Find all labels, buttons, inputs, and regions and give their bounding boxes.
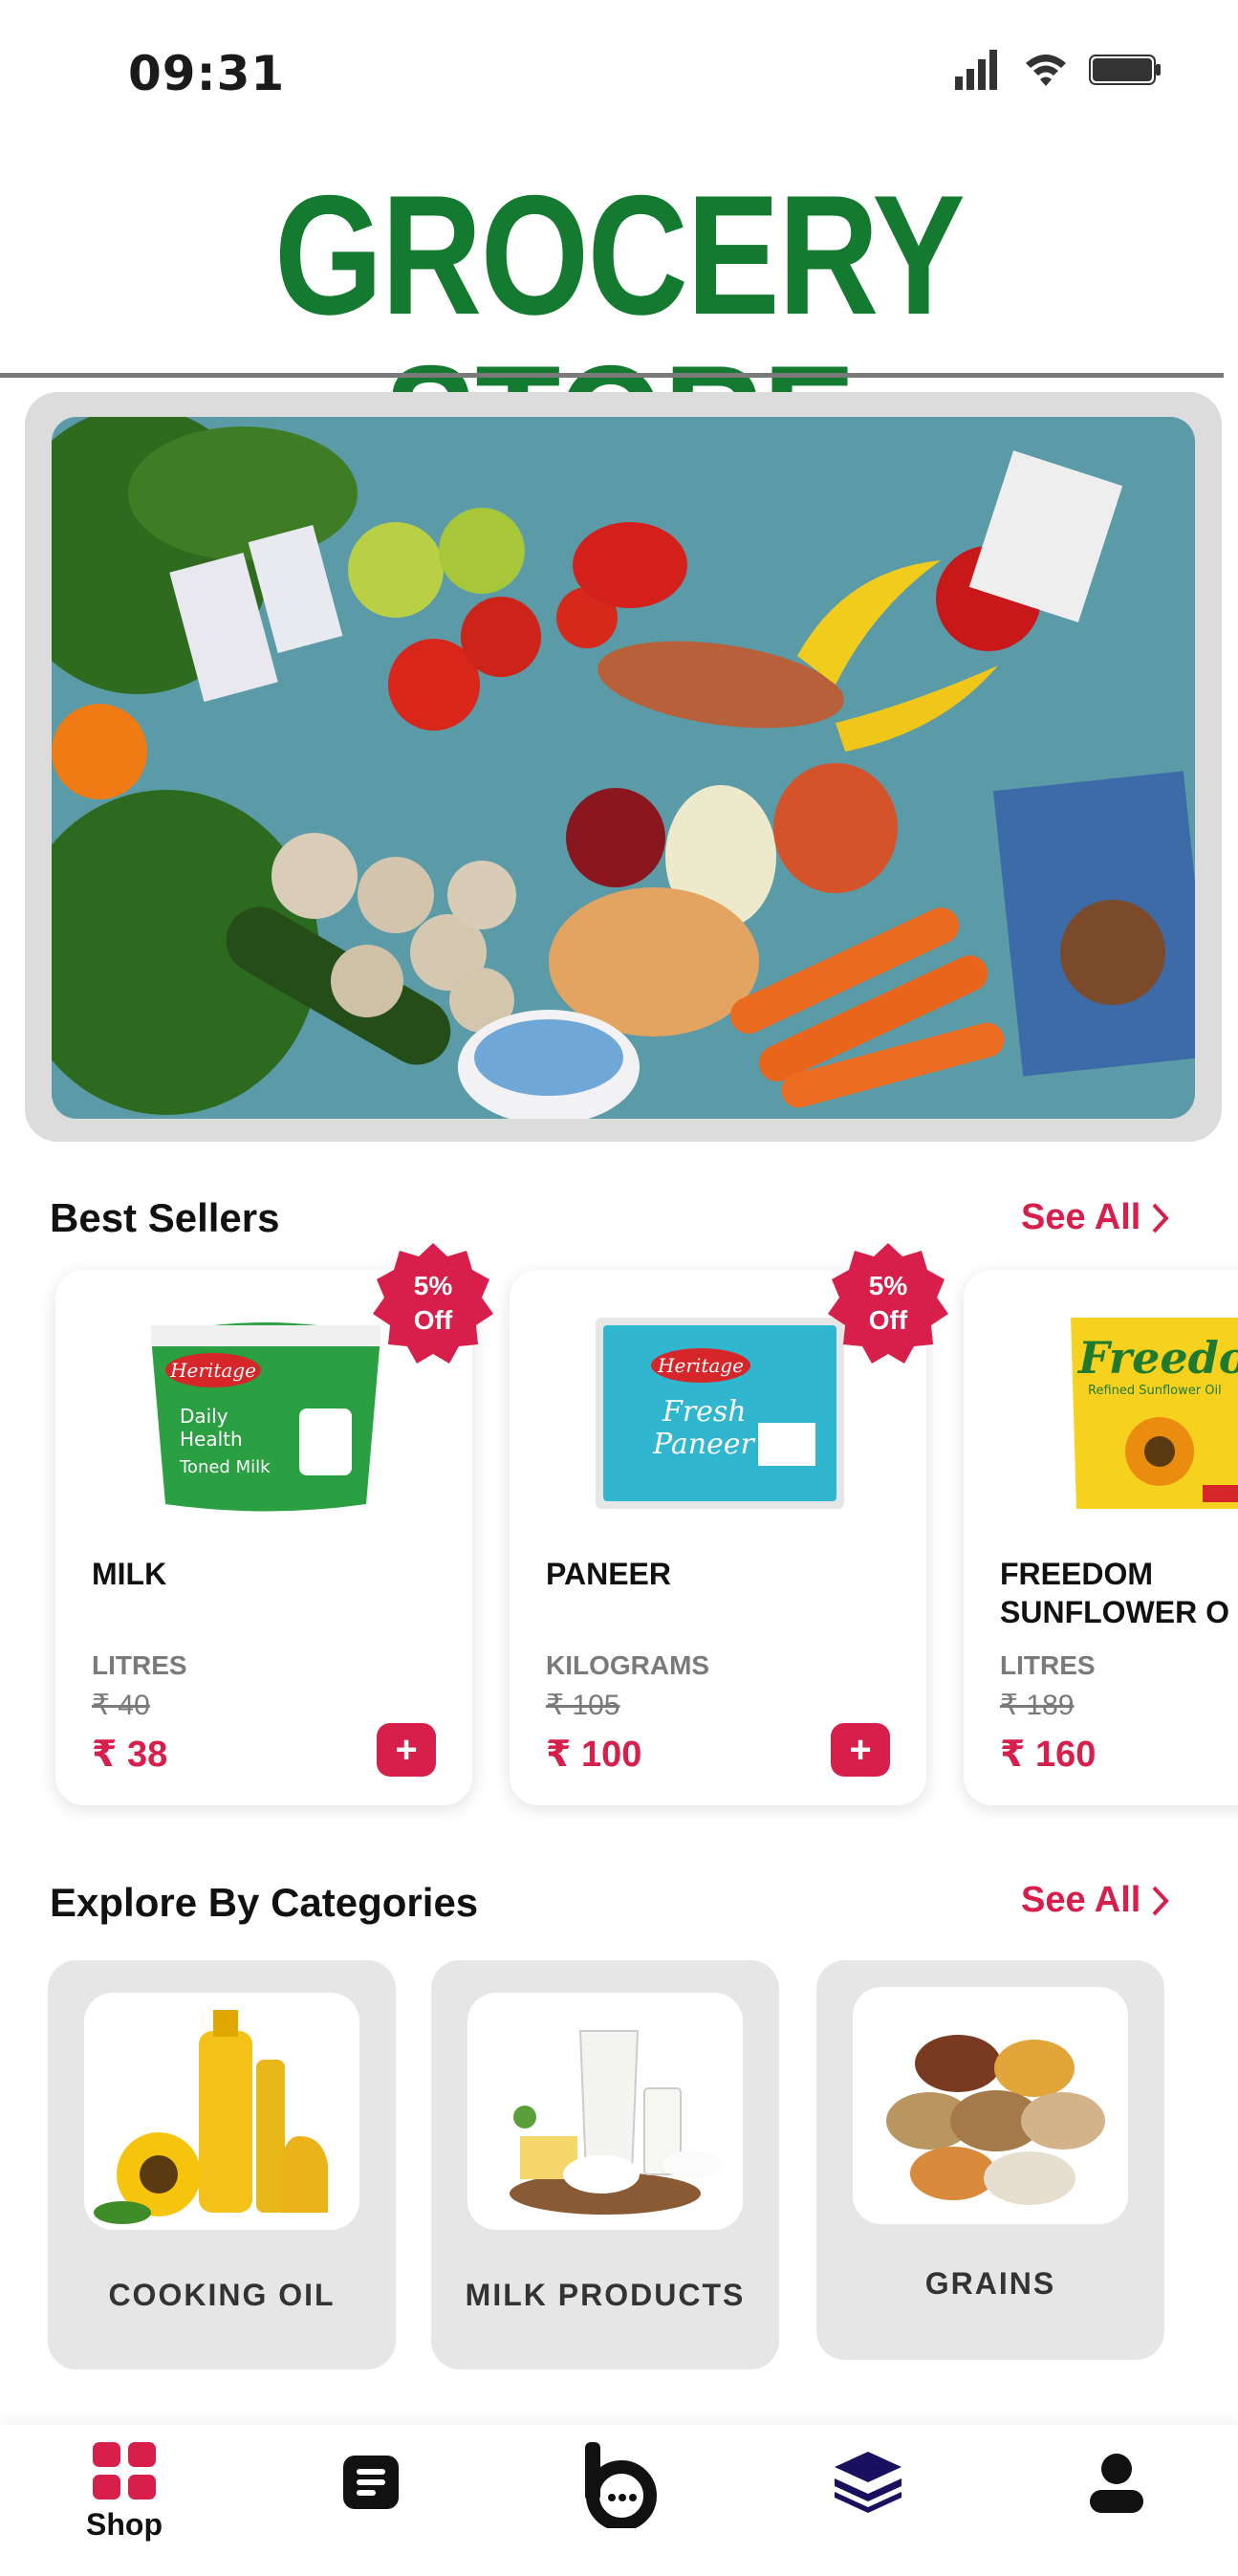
see-all-label: See All (1021, 1197, 1141, 1237)
document-icon (343, 2456, 399, 2509)
categories-heading: Explore By Categories (50, 1880, 479, 1925)
svg-text:Toned Milk: Toned Milk (179, 1457, 271, 1477)
svg-text:Refined Sunflower Oil: Refined Sunflower Oil (1088, 1384, 1222, 1398)
chevron-right-icon (1152, 1886, 1170, 1915)
bottom-nav: Shop (0, 2425, 1238, 2576)
svg-text:Health: Health (180, 1428, 243, 1451)
nav-item-profile[interactable] (1050, 2452, 1184, 2566)
product-image-milk: Heritage Daily Health Toned Milk (132, 1299, 400, 1518)
hero-banner-image[interactable] (52, 417, 1195, 1119)
category-image-milk-products (467, 1993, 743, 2230)
category-label: GRAINS (924, 2266, 1056, 2301)
product-old-price: ₹ 189 (1000, 1690, 1075, 1721)
product-unit: LITRES (1000, 1650, 1096, 1680)
discount-badge: 5% Off (828, 1243, 948, 1364)
product-card-freedom-oil[interactable]: Freedom Refined Sunflower Oil FREEDOM SU… (964, 1270, 1238, 1805)
product-price: ₹ 38 (92, 1735, 168, 1775)
status-time: 09:31 (128, 46, 286, 101)
title-divider (0, 373, 1224, 378)
category-card-grains[interactable]: GRAINS (816, 1960, 1164, 2360)
category-image-cooking-oil (84, 1993, 359, 2230)
svg-text:Paneer: Paneer (652, 1428, 756, 1461)
svg-text:Heritage: Heritage (169, 1359, 256, 1382)
battery-icon (1089, 55, 1161, 85)
svg-text:Fresh: Fresh (662, 1395, 747, 1429)
chat-icon (585, 2442, 657, 2528)
product-old-price: ₹ 105 (546, 1690, 620, 1721)
product-unit: LITRES (92, 1650, 187, 1680)
add-to-cart-button[interactable]: + (377, 1723, 436, 1777)
product-image-paneer: Heritage Fresh Paneer (586, 1299, 854, 1518)
svg-text:Freedom: Freedom (1076, 1332, 1238, 1384)
plus-icon: + (395, 1728, 418, 1771)
user-icon (1090, 2454, 1143, 2513)
plus-icon: + (849, 1728, 872, 1771)
category-image-grains (853, 1987, 1128, 2224)
nav-item-chat[interactable] (553, 2442, 686, 2557)
nav-item-catalog[interactable] (801, 2452, 935, 2566)
svg-text:Heritage: Heritage (657, 1354, 744, 1377)
product-name: PANEER (546, 1557, 671, 1591)
product-old-price: ₹ 40 (92, 1690, 150, 1721)
add-to-cart-button[interactable]: + (831, 1723, 890, 1777)
svg-text:Daily: Daily (180, 1405, 228, 1428)
best-sellers-heading: Best Sellers (50, 1195, 280, 1240)
nav-item-shop[interactable]: Shop (57, 2442, 191, 2557)
product-name: MILK (92, 1557, 167, 1591)
category-label: COOKING OIL (108, 2278, 336, 2312)
status-icons (955, 50, 1162, 90)
layers-icon (835, 2452, 901, 2513)
wifi-icon (1026, 55, 1066, 86)
nav-item-orders[interactable] (304, 2456, 438, 2570)
product-unit: KILOGRAMS (546, 1650, 710, 1680)
category-card-cooking-oil[interactable]: COOKING OIL (48, 1960, 396, 2369)
best-sellers-see-all-link[interactable]: See All (1021, 1197, 1171, 1238)
discount-badge: 5% Off (373, 1243, 493, 1364)
category-label: MILK PRODUCTS (465, 2278, 746, 2312)
product-price: ₹ 100 (546, 1735, 642, 1775)
see-all-label: See All (1021, 1880, 1141, 1920)
signal-icon (955, 50, 997, 90)
grid-icon (93, 2442, 156, 2500)
product-image-freedom-oil: Freedom Refined Sunflower Oil (1059, 1299, 1238, 1518)
chevron-right-icon (1152, 1203, 1170, 1233)
categories-see-all-link[interactable]: See All (1021, 1880, 1171, 1921)
product-price: ₹ 160 (1000, 1735, 1097, 1775)
nav-label-shop: Shop (86, 2507, 163, 2542)
product-name: FREEDOM SUNFLOWER O (1000, 1557, 1229, 1629)
category-card-milk-products[interactable]: MILK PRODUCTS (431, 1960, 779, 2369)
